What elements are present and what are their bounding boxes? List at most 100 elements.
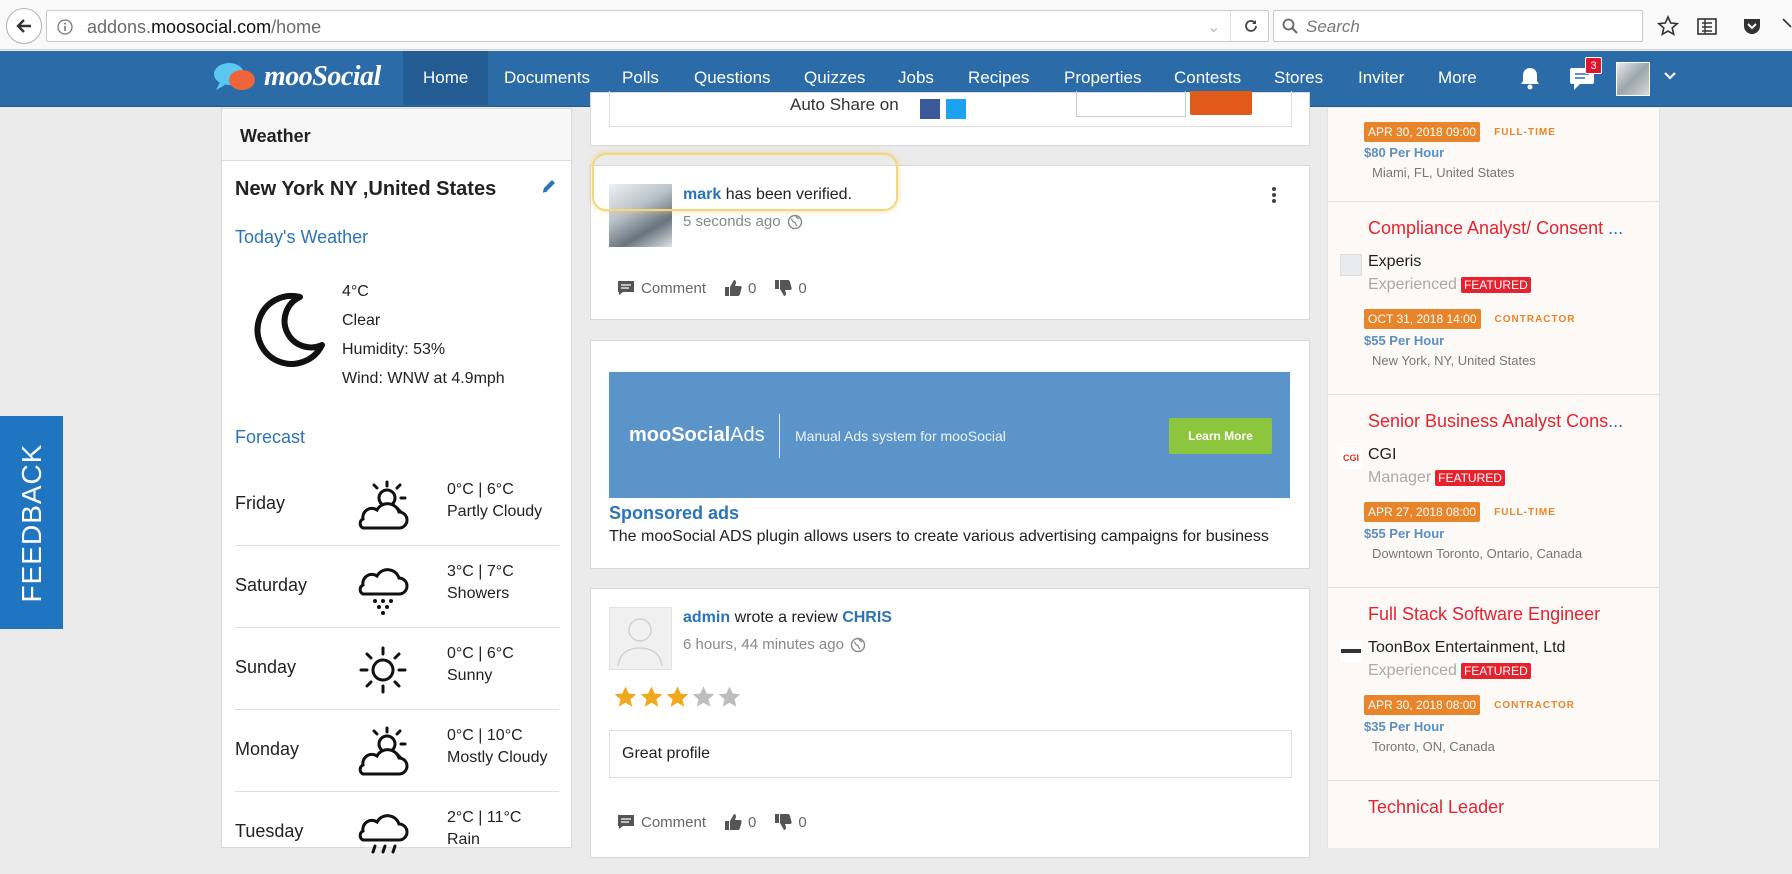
ad-banner[interactable]: mooSocialAds Manual Ads system for mooSo…: [609, 372, 1290, 498]
post-headline: admin wrote a review CHRIS: [683, 609, 892, 627]
partly-cloudy-icon: [353, 478, 413, 534]
edit-location-pencil-icon[interactable]: [540, 177, 558, 195]
site-info-icon[interactable]: [57, 19, 73, 35]
post-target-link[interactable]: CHRIS: [842, 609, 892, 626]
thumbs-down-icon: [775, 280, 793, 296]
featured-badge: FEATURED: [1460, 663, 1531, 679]
job-title-link[interactable]: Compliance Analyst/ Consent ...: [1368, 218, 1623, 239]
job-title-ellipsis: ...: [1608, 218, 1624, 238]
reading-list-icon[interactable]: [1693, 12, 1721, 40]
forecast-temp: 0°C | 6°C Sunny: [447, 643, 514, 687]
current-wind: Wind: WNW at 4.9mph: [342, 370, 505, 387]
job-title-link[interactable]: Senior Business Analyst Cons...: [1368, 411, 1623, 432]
learn-more-button[interactable]: Learn More: [1169, 418, 1272, 454]
facebook-share-icon[interactable]: [920, 99, 940, 119]
auto-share-label: Auto Share on: [790, 95, 899, 114]
job-company[interactable]: ToonBox Entertainment, Ltd: [1368, 639, 1565, 657]
forecast-temp: 0°C | 10°C Mostly Cloudy: [447, 725, 547, 769]
feedback-tab[interactable]: FEEDBACK: [0, 416, 63, 629]
moosocial-logo[interactable]: mooSocial: [212, 60, 381, 94]
bookmark-star-icon[interactable]: [1654, 12, 1682, 40]
job-location: New York, NY, United States: [1372, 353, 1536, 368]
forecast-row: Sunday 0°C | 6°C Sunny: [235, 628, 559, 710]
job-company[interactable]: Experis: [1368, 253, 1421, 271]
job-type: CONTRACTOR: [1494, 313, 1576, 325]
address-bar[interactable]: addons.moosocial.com/home ⌄: [46, 10, 1269, 42]
job-title-link[interactable]: Full Stack Software Engineer: [1368, 604, 1600, 625]
dislike-button[interactable]: 0: [774, 279, 807, 297]
job-item: APR 30, 2018 09:00 FULL-TIME $80 Per Hou…: [1328, 108, 1659, 202]
nav-inviter[interactable]: Inviter: [1338, 51, 1424, 105]
forecast-day: Tuesday: [235, 821, 304, 841]
history-dropdown-icon[interactable]: ⌄: [1207, 17, 1220, 37]
reload-button[interactable]: [1230, 11, 1270, 41]
comment-label: Comment: [641, 813, 707, 831]
star-filled-icon: [614, 686, 637, 707]
messages-count-badge: 3: [1585, 57, 1602, 74]
feedback-label: FEEDBACK: [15, 443, 47, 602]
forecast-day: Sunday: [235, 657, 297, 677]
post-time-text[interactable]: 5 seconds ago: [683, 213, 781, 230]
forecast-condition: Showers: [447, 585, 510, 602]
like-button[interactable]: 0: [724, 813, 756, 831]
post-action-text: wrote a review: [734, 609, 838, 626]
browser-search-input[interactable]: Search: [1273, 10, 1643, 42]
review-text: Great profile: [609, 730, 1292, 778]
dislike-button[interactable]: 0: [774, 813, 807, 831]
job-date-row: OCT 31, 2018 14:00 CONTRACTOR: [1364, 309, 1575, 329]
job-date-badge: OCT 31, 2018 14:00: [1364, 309, 1481, 329]
post-user-link[interactable]: admin: [683, 609, 730, 626]
chat-bubbles-logo-icon: [214, 63, 255, 90]
default-avatar[interactable]: [609, 607, 672, 670]
rain-icon: [353, 806, 413, 862]
nav-more[interactable]: More: [1418, 51, 1497, 105]
comment-icon: [618, 281, 634, 295]
forecast-heading: Forecast: [235, 427, 306, 447]
user-avatar[interactable]: [1616, 62, 1650, 96]
overflow-icon[interactable]: [1774, 12, 1792, 40]
thumbs-up-icon: [725, 280, 742, 296]
composer-toolbar: Auto Share on: [609, 91, 1292, 127]
forecast-row: Tuesday 2°C | 11°C Rain: [235, 792, 559, 874]
job-level-text: Experienced: [1368, 276, 1457, 293]
job-pay: $55 Per Hour: [1364, 526, 1445, 541]
forecast-temp: 2°C | 11°C Rain: [447, 807, 521, 851]
post-actions: Comment 0 0: [617, 279, 825, 297]
forecast-row: Saturday 3°C | 7°C Showers: [235, 546, 559, 628]
star-empty-icon: [718, 686, 741, 707]
comment-button[interactable]: Comment: [617, 814, 706, 831]
job-title-text: Senior Business Analyst Cons: [1368, 411, 1609, 431]
dislike-count: 0: [798, 279, 807, 297]
job-title-link[interactable]: Technical Leader: [1368, 797, 1504, 818]
share-button[interactable]: [1190, 91, 1252, 115]
ad-description: The mooSocial ADS plugin allows users to…: [609, 528, 1269, 545]
notifications-bell-icon[interactable]: [1517, 65, 1543, 91]
post-time-text[interactable]: 6 hours, 44 minutes ago: [683, 636, 844, 653]
showers-icon: [353, 560, 413, 616]
search-icon: [1282, 18, 1298, 34]
back-button[interactable]: [6, 8, 42, 44]
reload-icon: [1244, 20, 1257, 32]
post-timestamp: 6 hours, 44 minutes ago: [683, 636, 866, 653]
logo-text: mooSocial: [264, 61, 381, 92]
forecast-condition: Partly Cloudy: [447, 503, 543, 520]
post-options-icon[interactable]: [1271, 186, 1277, 204]
twitter-share-icon[interactable]: [946, 99, 966, 119]
post-actions: Comment 0 0: [617, 813, 825, 831]
job-item: Full Stack Software Engineer ToonBox Ent…: [1328, 588, 1659, 781]
ad-title-link[interactable]: Sponsored ads: [609, 503, 739, 524]
job-type: FULL-TIME: [1494, 126, 1556, 138]
account-chevron-down-icon[interactable]: [1662, 69, 1678, 83]
like-button[interactable]: 0: [724, 279, 756, 297]
nav-home[interactable]: Home: [403, 51, 489, 105]
job-company[interactable]: CGI: [1368, 446, 1396, 464]
globe-privacy-icon: [787, 214, 802, 229]
mostly-cloudy-icon: [353, 724, 413, 780]
privacy-select[interactable]: [1076, 91, 1186, 117]
forecast-range: 3°C | 7°C: [447, 563, 514, 580]
job-level: Manager FEATURED: [1368, 469, 1505, 487]
pocket-icon[interactable]: [1738, 12, 1766, 40]
forecast-temp: 3°C | 7°C Showers: [447, 561, 514, 605]
forecast-day: Friday: [235, 493, 286, 513]
comment-button[interactable]: Comment: [617, 280, 706, 297]
